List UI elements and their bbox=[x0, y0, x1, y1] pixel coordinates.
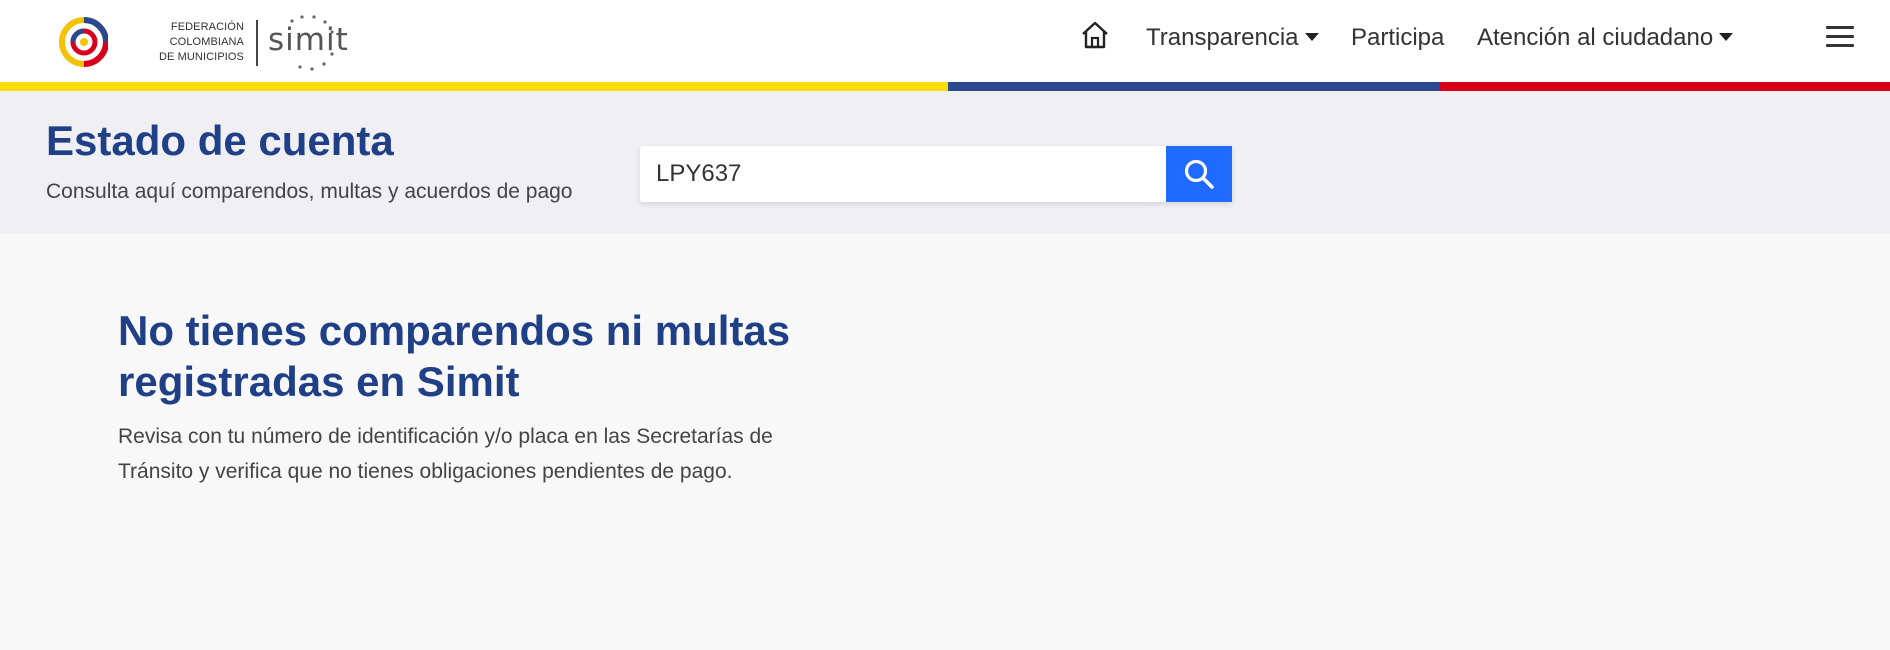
account-status-header: Estado de cuenta Consulta aquí comparend… bbox=[0, 91, 1890, 234]
nav-atencion-label: Atención al ciudadano bbox=[1477, 24, 1714, 51]
nav-atencion-ciudadano[interactable]: Atención al ciudadano bbox=[1477, 24, 1734, 52]
nav-participa-label: Participa bbox=[1351, 24, 1445, 51]
nav-transparencia[interactable]: Transparencia bbox=[1146, 24, 1319, 52]
no-fines-description: Revisa con tu número de identificación y… bbox=[118, 425, 773, 483]
search-icon bbox=[1184, 159, 1214, 189]
federation-simit-logo[interactable]: FEDERACIÓN COLOMBIANA DE MUNICIPIOS simi… bbox=[58, 8, 348, 71]
federation-name: FEDERACIÓN COLOMBIANA DE MUNICIPIOS bbox=[158, 21, 244, 63]
caret-down-icon bbox=[1719, 33, 1734, 41]
federation-emblem-icon bbox=[59, 17, 108, 67]
top-navbar: FEDERACIÓN COLOMBIANA DE MUNICIPIOS simi… bbox=[0, 0, 1890, 82]
hamburger-menu-icon[interactable] bbox=[1826, 26, 1854, 48]
search-button[interactable] bbox=[1166, 146, 1232, 202]
page-subtitle: Consulta aquí comparendos, multas y acue… bbox=[46, 180, 573, 203]
home-icon[interactable] bbox=[1080, 20, 1110, 50]
logo-divider bbox=[256, 20, 258, 66]
simit-wordmark: simit bbox=[268, 22, 349, 58]
nav-transparencia-label: Transparencia bbox=[1146, 24, 1299, 51]
colombia-flag-bar bbox=[0, 82, 1890, 91]
page-title: Estado de cuenta bbox=[46, 117, 394, 164]
flag-yellow-stripe bbox=[0, 82, 948, 91]
plate-search-input[interactable] bbox=[640, 146, 1166, 202]
flag-red-stripe bbox=[1440, 82, 1890, 91]
caret-down-icon bbox=[1304, 33, 1319, 41]
flag-blue-stripe bbox=[948, 82, 1440, 91]
plate-search-box bbox=[640, 146, 1232, 202]
nav-participa[interactable]: Participa bbox=[1351, 24, 1444, 52]
no-fines-title: No tienes comparendos ni multas registra… bbox=[118, 307, 791, 405]
